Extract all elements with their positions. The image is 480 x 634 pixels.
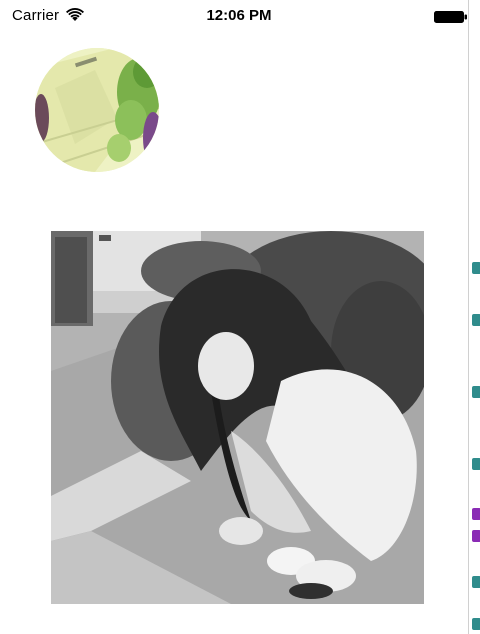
background-editor-edge — [468, 0, 480, 634]
code-token-mark — [472, 262, 480, 274]
status-bar: Carrier 12:06 PM — [0, 0, 468, 32]
code-token-mark — [472, 618, 480, 630]
code-token-mark — [472, 576, 480, 588]
code-token-mark — [472, 530, 480, 542]
code-token-mark — [472, 458, 480, 470]
battery-icon — [434, 10, 468, 23]
code-token-mark — [472, 386, 480, 398]
code-token-mark — [472, 314, 480, 326]
status-time: 12:06 PM — [206, 7, 272, 24]
grayscale-photo-image — [51, 231, 424, 604]
simulator-stage: Carrier 12:06 PM — [0, 0, 480, 634]
code-token-mark — [472, 508, 480, 520]
circular-avatar-image — [35, 48, 159, 172]
phone-screen: Carrier 12:06 PM — [0, 0, 468, 634]
